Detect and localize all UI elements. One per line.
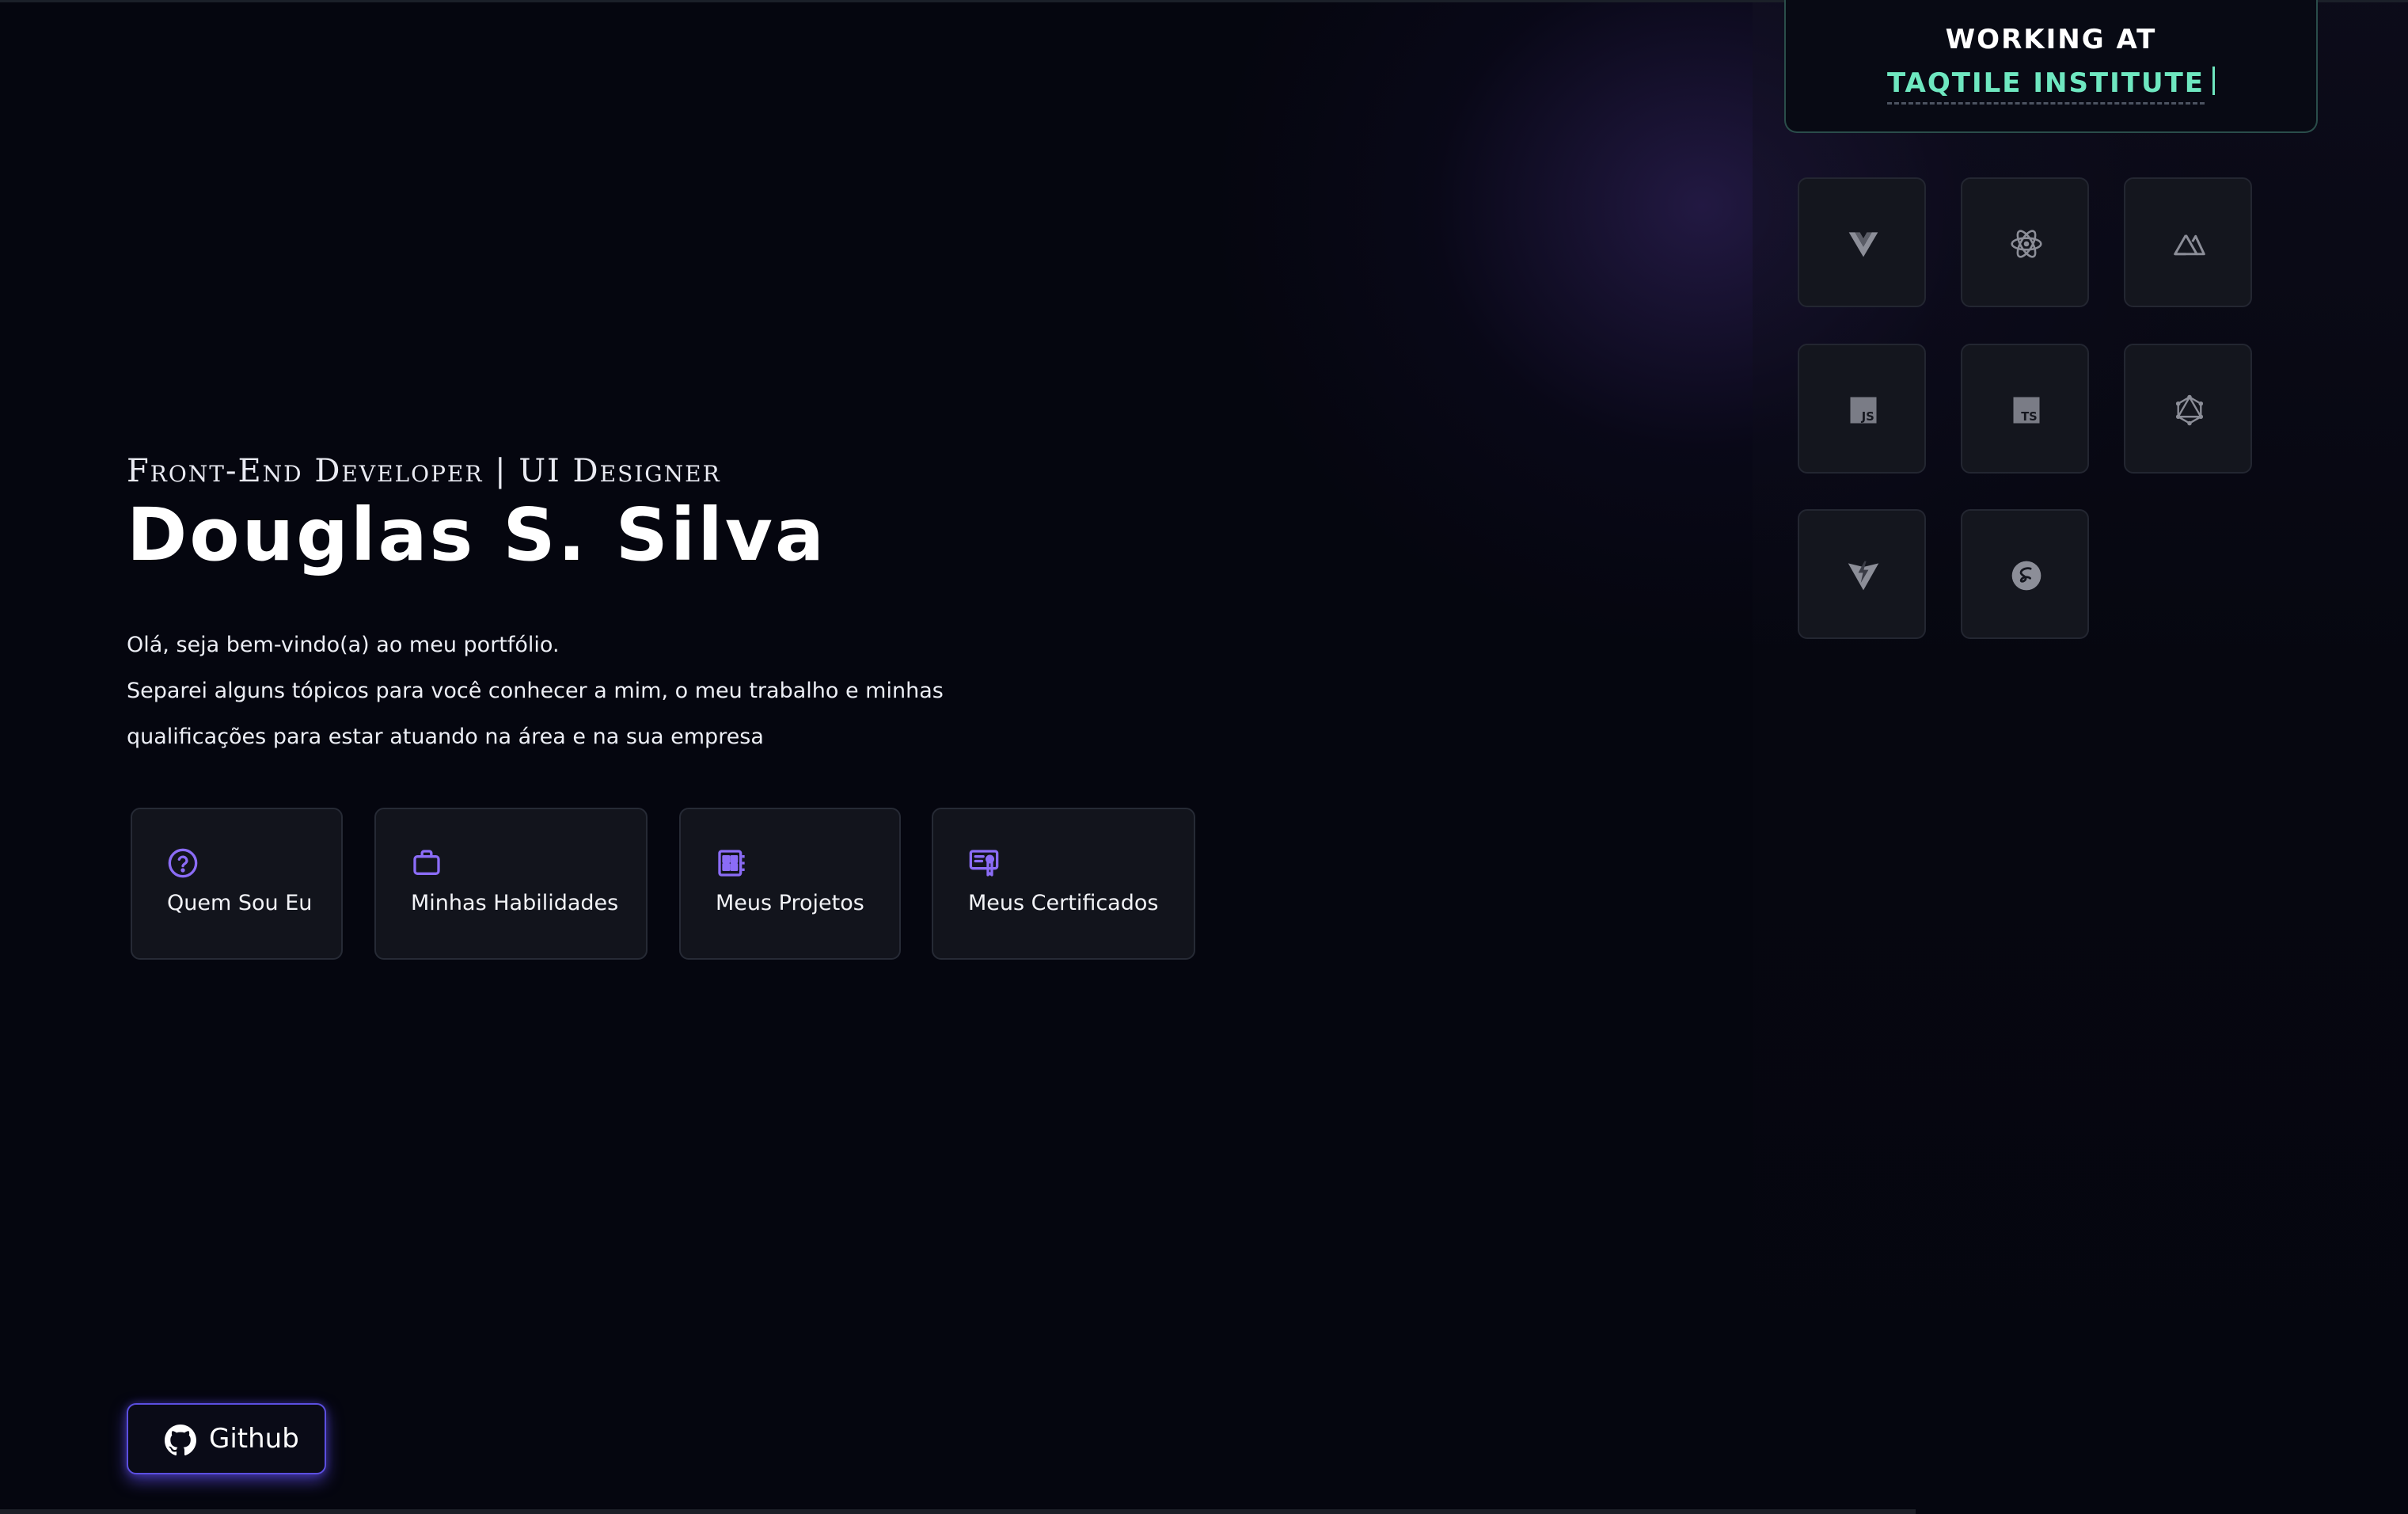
tech-tile-typescript: TS (1961, 344, 2089, 474)
tech-tile-vite (1798, 509, 1926, 639)
github-icon (165, 1425, 196, 1456)
role-subtitle: Front-End Developer | UI Designer (127, 453, 721, 489)
tech-tile-graphql (2124, 344, 2252, 474)
intro-line-3: qualificações para estar atuando na área… (127, 725, 764, 749)
sass-icon (2011, 561, 2041, 591)
react-icon (2011, 230, 2042, 258)
briefcase-icon (413, 850, 440, 875)
nav-card-minhas-habilidades[interactable]: Minhas Habilidades (374, 808, 648, 960)
tech-tile-react (1961, 177, 2089, 307)
vite-icon (1848, 561, 1879, 591)
question-circle-icon (168, 848, 198, 878)
tech-tile-javascript: JS (1798, 344, 1926, 474)
nav-card-quem-sou-eu[interactable]: Quem Sou Eu (131, 808, 343, 960)
github-label: Github (209, 1423, 299, 1455)
projects-icon (718, 850, 745, 877)
typescript-icon: TS (2013, 397, 2040, 424)
tech-tile-nuxt (2124, 177, 2252, 307)
typing-cursor (2212, 67, 2215, 95)
intro-line-1: Olá, seja bem-vindo(a) ao meu portfólio. (127, 633, 560, 657)
javascript-icon: JS (1850, 397, 1877, 424)
company-link[interactable]: TAQTILE INSTITUTE (1887, 67, 2205, 105)
nav-card-label: Meus Projetos (716, 891, 864, 915)
developer-name: Douglas S. Silva (127, 493, 826, 577)
certificate-icon (969, 850, 999, 877)
graphql-icon (2175, 394, 2204, 426)
tech-tile-sass (1961, 509, 2089, 639)
nav-card-label: Quem Sou Eu (167, 891, 313, 915)
working-at-title: WORKING AT (1945, 24, 2157, 55)
working-at-company-row: TAQTILE INSTITUTE (1786, 67, 2316, 105)
github-button[interactable]: Github (127, 1403, 326, 1474)
nav-card-meus-certificados[interactable]: Meus Certificados (932, 808, 1195, 960)
svg-text:JS: JS (1861, 410, 1874, 424)
bottom-divider (0, 1509, 1916, 1514)
svg-text:TS: TS (2021, 410, 2038, 424)
intro-line-2: Separei alguns tópicos para você conhece… (127, 679, 944, 703)
vue-icon (1848, 232, 1878, 257)
nuxt-icon (2174, 234, 2205, 256)
nav-card-meus-projetos[interactable]: Meus Projetos (679, 808, 901, 960)
intro-text: Olá, seja bem-vindo(a) ao meu portfólio.… (127, 622, 1061, 760)
nav-card-label: Meus Certificados (968, 891, 1159, 915)
portfolio-page: Front-End Developer | UI Designer Dougla… (0, 0, 2408, 1514)
working-at-card: WORKING AT TAQTILE INSTITUTE (1784, 0, 2318, 133)
tech-tile-vue (1798, 177, 1926, 307)
nav-card-label: Minhas Habilidades (411, 891, 619, 915)
